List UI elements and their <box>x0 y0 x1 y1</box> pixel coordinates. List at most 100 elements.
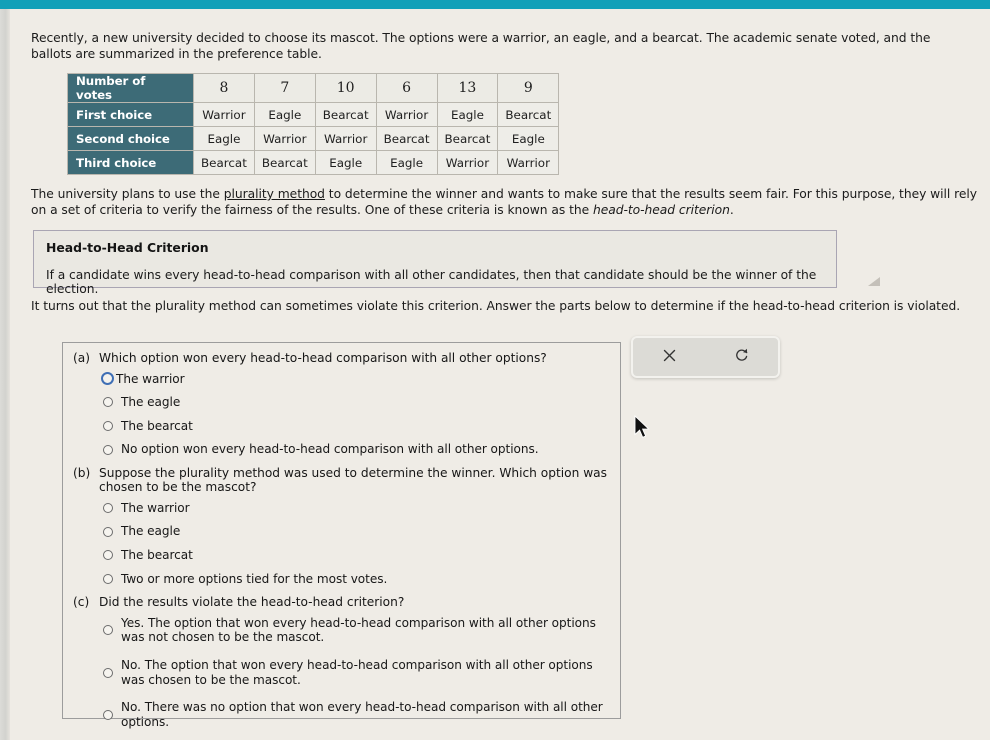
radio-option-a-2[interactable]: The bearcat <box>103 419 610 434</box>
criterion-body: If a candidate wins every head-to-head c… <box>46 268 817 296</box>
table-cell: Eagle <box>375 150 438 175</box>
question-a-label: (a) <box>73 351 90 365</box>
resize-handle-artifact <box>868 277 880 286</box>
question-a-header: (a) Which option won every head-to-head … <box>69 351 610 366</box>
question-c-prompt: Did the results violate the head-to-head… <box>99 595 405 610</box>
radio-option-label: The warrior <box>121 500 190 515</box>
table-cell: Warrior <box>375 102 438 127</box>
table-cell: Bearcat <box>253 150 316 175</box>
radio-option-b-0[interactable]: The warrior <box>103 501 610 516</box>
table-cell: Bearcat <box>314 102 377 127</box>
head-to-head-criterion-box: Head-to-Head Criterion If a candidate wi… <box>33 230 837 296</box>
radio-button-icon[interactable] <box>103 550 113 561</box>
radio-option-c-0[interactable]: Yes. The option that won every head-to-h… <box>103 616 610 645</box>
preference-table: Number of votes 8 7 10 6 13 9 First choi… <box>67 73 560 175</box>
table-cell: Warrior <box>497 150 560 175</box>
radio-option-label: The bearcat <box>121 548 193 563</box>
table-row-votes: Number of votes 8 7 10 6 13 9 <box>67 73 560 103</box>
question-a-prompt: Which option won every head-to-head comp… <box>99 351 547 365</box>
radio-option-label: No option won every head-to-head compari… <box>121 442 539 457</box>
radio-option-label: The warrior <box>116 371 185 386</box>
table-cell: Eagle <box>497 126 560 151</box>
table-cell: Bearcat <box>436 126 499 151</box>
question-c-options: Yes. The option that won every head-to-h… <box>69 616 610 730</box>
radio-button-icon[interactable] <box>103 444 113 455</box>
radio-button-icon[interactable] <box>103 709 113 720</box>
question-b-header: (b) Suppose the plurality method was use… <box>69 466 610 495</box>
row-header-votes: Number of votes <box>67 73 194 103</box>
table-cell: Warrior <box>314 126 377 151</box>
criterion-title: Head-to-Head Criterion <box>46 240 209 255</box>
preference-table-container: Number of votes 8 7 10 6 13 9 First choi… <box>67 73 560 175</box>
close-x-icon <box>662 348 677 367</box>
table-row-second-choice: Second choice Eagle Warrior Warrior Bear… <box>67 126 560 151</box>
table-cell: 7 <box>253 73 316 103</box>
radio-option-a-1[interactable]: The eagle <box>103 395 610 410</box>
table-cell: 6 <box>375 73 438 103</box>
radio-option-b-3[interactable]: Two or more options tied for the most vo… <box>103 572 610 587</box>
radio-button-icon[interactable] <box>101 372 114 386</box>
table-row-first-choice: First choice Warrior Eagle Bearcat Warri… <box>67 102 560 127</box>
intro-paragraph: Recently, a new university decided to ch… <box>31 31 931 61</box>
row-header-second-choice: Second choice <box>67 126 194 151</box>
table-cell: Eagle <box>193 126 255 151</box>
table-cell: 10 <box>314 73 377 103</box>
radio-button-icon[interactable] <box>103 503 113 514</box>
radio-option-b-1[interactable]: The eagle <box>103 524 610 539</box>
app-top-accent-bar <box>0 0 990 9</box>
reset-answer-button[interactable] <box>706 338 779 376</box>
table-cell: 13 <box>436 73 499 103</box>
table-cell: Warrior <box>436 150 499 175</box>
question-block-b: (b) Suppose the plurality method was use… <box>69 466 610 586</box>
table-cell: 8 <box>193 73 255 103</box>
radio-option-label: Yes. The option that won every head-to-h… <box>121 615 596 645</box>
question-b-options: The warrior The eagle The bearcat Two or… <box>69 501 610 586</box>
radio-option-c-2[interactable]: No. There was no option that won every h… <box>103 700 610 729</box>
clear-answer-button[interactable] <box>633 338 706 376</box>
plan-text-part1: The university plans to use the <box>31 187 224 201</box>
refresh-undo-icon <box>734 347 750 367</box>
radio-option-label: The eagle <box>121 524 181 539</box>
radio-option-label: The eagle <box>121 395 181 410</box>
radio-button-icon[interactable] <box>103 573 113 584</box>
radio-button-icon[interactable] <box>103 420 113 431</box>
radio-option-a-3[interactable]: No option won every head-to-head compari… <box>103 442 610 457</box>
turns-out-paragraph: It turns out that the plurality method c… <box>31 299 961 313</box>
left-edge-strip <box>0 9 10 740</box>
radio-option-label: The bearcat <box>121 418 193 433</box>
exercise-page: Recently, a new university decided to ch… <box>10 9 990 740</box>
radio-option-label: No. There was no option that won every h… <box>121 700 603 729</box>
table-cell: Warrior <box>193 102 255 127</box>
row-header-first-choice: First choice <box>67 102 194 127</box>
plan-text-part3: . <box>729 202 734 217</box>
table-cell: Eagle <box>253 102 316 127</box>
table-cell: Bearcat <box>497 102 560 127</box>
radio-button-icon[interactable] <box>103 526 113 537</box>
table-row-third-choice: Third choice Bearcat Bearcat Eagle Eagle… <box>67 150 560 175</box>
table-cell: Bearcat <box>193 150 255 175</box>
plurality-method-paragraph: The university plans to use the pluralit… <box>31 187 981 218</box>
table-cell: 9 <box>497 73 560 103</box>
answer-tools-toolbar <box>631 336 780 378</box>
plurality-method-link[interactable]: plurality method <box>224 187 325 201</box>
question-c-header: (c) Did the results violate the head-to-… <box>69 595 610 610</box>
question-c-label: (c) <box>73 595 90 610</box>
radio-option-label: No. The option that won every head-to-he… <box>121 657 593 687</box>
radio-option-b-2[interactable]: The bearcat <box>103 548 610 563</box>
radio-option-label: Two or more options tied for the most vo… <box>121 571 388 586</box>
radio-button-icon[interactable] <box>103 625 113 636</box>
row-header-third-choice: Third choice <box>67 150 194 175</box>
table-cell: Bearcat <box>375 126 438 151</box>
mouse-cursor <box>634 414 651 440</box>
question-block-a: (a) Which option won every head-to-head … <box>69 351 610 457</box>
question-b-prompt: Suppose the plurality method was used to… <box>99 465 607 495</box>
radio-option-c-1[interactable]: No. The option that won every head-to-he… <box>103 658 610 687</box>
radio-option-a-0[interactable]: The warrior <box>101 371 610 387</box>
question-block-c: (c) Did the results violate the head-to-… <box>69 595 610 729</box>
radio-button-icon[interactable] <box>103 397 113 408</box>
head-to-head-criterion-term: head-to-head criterion <box>592 202 730 217</box>
table-cell: Eagle <box>436 102 499 127</box>
radio-button-icon[interactable] <box>103 667 113 678</box>
question-a-options: The warrior The eagle The bearcat No opt… <box>69 372 610 457</box>
table-cell: Warrior <box>253 126 316 151</box>
